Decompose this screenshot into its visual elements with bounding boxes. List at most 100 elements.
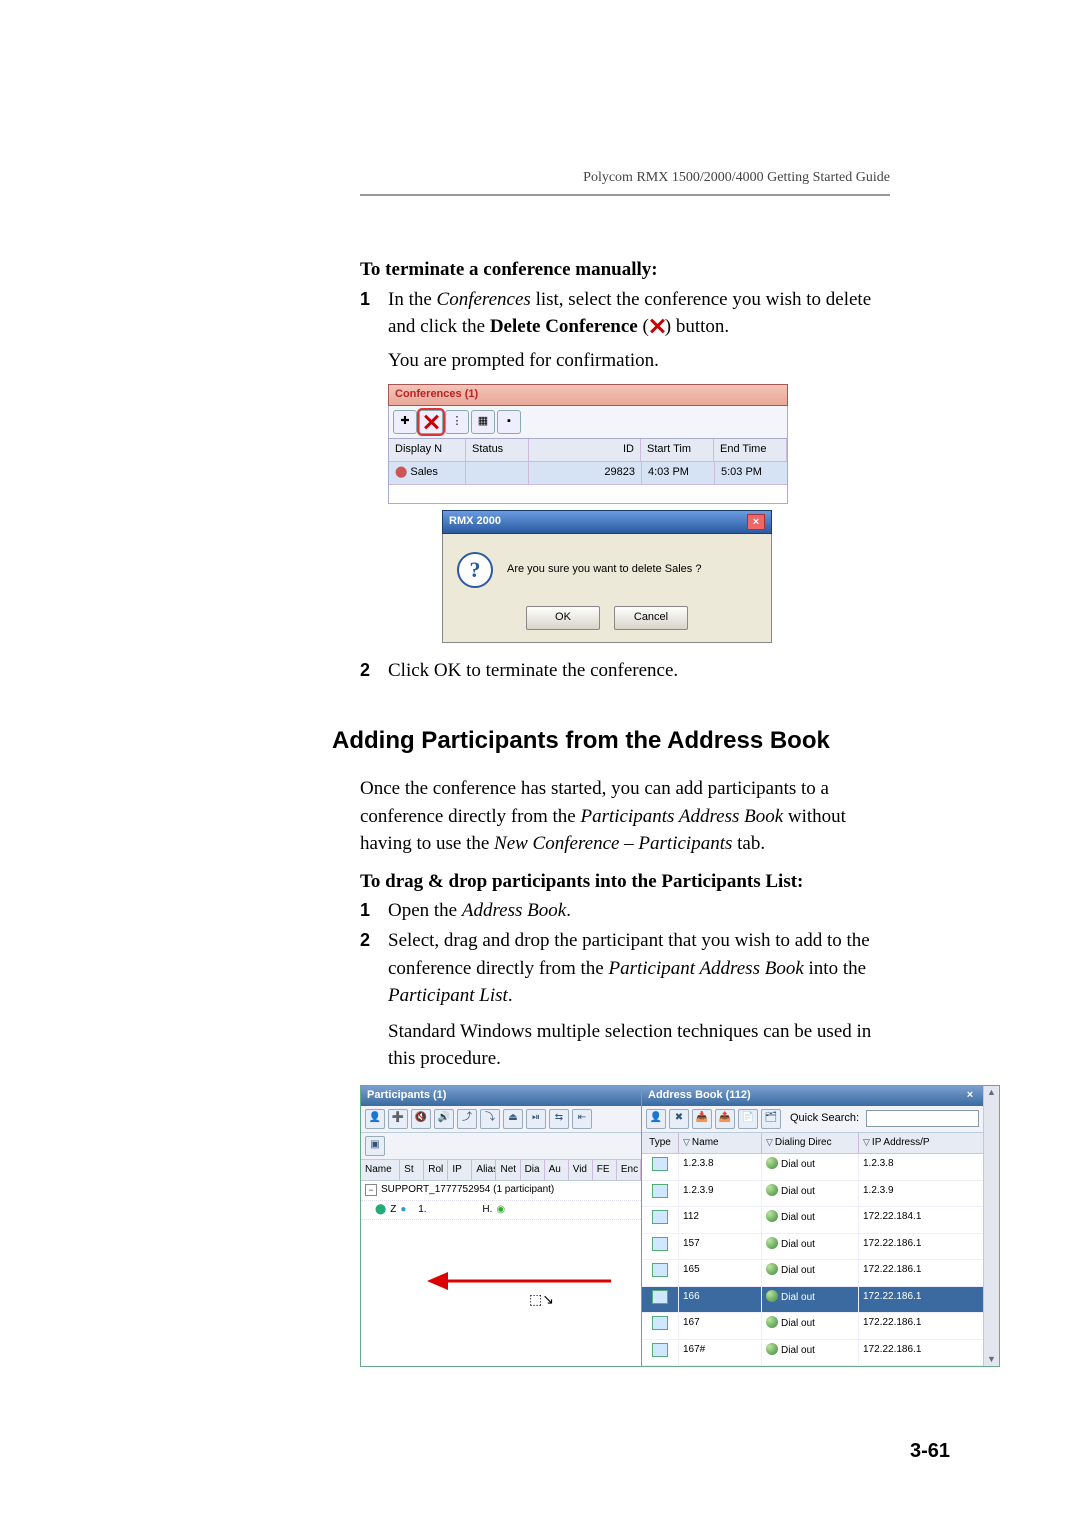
addressbook-row[interactable]: 167#Dial out172.22.186.1 — [642, 1340, 983, 1367]
p-expand-icon[interactable]: ▣ — [365, 1136, 385, 1156]
dialog-cancel-button[interactable]: Cancel — [614, 606, 688, 630]
p-ico-3[interactable]: 🔇 — [411, 1109, 431, 1129]
new-conference-icon[interactable]: ✚ — [393, 410, 417, 434]
addressbook-type-icon — [642, 1234, 679, 1260]
ab-col-name[interactable]: Name — [679, 1133, 762, 1154]
conf-col-id[interactable]: ID — [529, 439, 641, 461]
addressbook-ip: 172.22.186.1 — [859, 1287, 983, 1313]
page-number: 3-61 — [910, 1440, 950, 1463]
participants-toolbar-2: ▣ — [361, 1133, 641, 1160]
participants-col[interactable]: Enc — [617, 1160, 641, 1181]
conf-col-start[interactable]: Start Tim — [641, 439, 714, 461]
dialog-ok-button[interactable]: OK — [526, 606, 600, 630]
sec2-p1: Once the conference has started, you can… — [360, 775, 890, 858]
addressbook-close-icon[interactable]: × — [963, 1088, 977, 1102]
conf-col-status[interactable]: Status — [466, 439, 529, 461]
ab-col-dialdir[interactable]: Dialing Direc — [762, 1133, 859, 1154]
addressbook-dialdir: Dial out — [762, 1313, 859, 1339]
addressbook-dialdir: Dial out — [762, 1207, 859, 1233]
participant-row[interactable]: ⬤ Z ● 1. H. ◉ — [361, 1201, 641, 1221]
step-number-1b: 1 — [360, 897, 370, 923]
step1-text-d: ) button. — [665, 316, 729, 337]
addressbook-row[interactable]: 1.2.3.9Dial out1.2.3.9 — [642, 1181, 983, 1208]
p-ico-10[interactable]: ⇤ — [572, 1109, 592, 1129]
participants-col[interactable]: Rol — [424, 1160, 448, 1181]
addressbook-row[interactable]: 165Dial out172.22.186.1 — [642, 1260, 983, 1287]
addressbook-body: 1.2.3.8Dial out1.2.3.81.2.3.9Dial out1.2… — [642, 1154, 983, 1366]
addressbook-row[interactable]: 157Dial out172.22.186.1 — [642, 1234, 983, 1261]
participants-col[interactable]: Dia — [521, 1160, 545, 1181]
addressbook-row[interactable]: 166Dial out172.22.186.1 — [642, 1287, 983, 1314]
ab-col-ip[interactable]: IP Address/P — [859, 1133, 983, 1154]
dialog-title: RMX 2000 — [449, 514, 501, 530]
conf-row-name: Sales — [410, 466, 438, 478]
addressbook-ip: 1.2.3.9 — [859, 1181, 983, 1207]
conf-grid-row[interactable]: ⬤ Sales 29823 4:03 PM 5:03 PM — [389, 462, 787, 485]
addressbook-dialdir: Dial out — [762, 1154, 859, 1180]
scroll-up-icon[interactable]: ▲ — [987, 1086, 996, 1099]
scroll-down-icon[interactable]: ▼ — [987, 1353, 996, 1366]
delete-conference-icon[interactable] — [419, 410, 443, 434]
conf-grid-header: Display N Status ID Start Tim End Time — [389, 439, 787, 462]
tool-icon-c[interactable]: ▪ — [497, 410, 521, 434]
p-ico-9[interactable]: ⇆ — [549, 1109, 569, 1129]
participants-col[interactable]: Au — [545, 1160, 569, 1181]
tool-icon-b[interactable]: ▦ — [471, 410, 495, 434]
s2-note: Standard Windows multiple selection tech… — [388, 1018, 890, 1073]
participants-col[interactable]: FE — [593, 1160, 617, 1181]
ab-ico-2[interactable]: ✖ — [669, 1109, 689, 1129]
quick-search-input[interactable] — [866, 1110, 979, 1127]
addressbook-row[interactable]: 1.2.3.8Dial out1.2.3.8 — [642, 1154, 983, 1181]
addressbook-title: Address Book (112) — [648, 1088, 751, 1104]
ab-col-type[interactable]: Type — [642, 1133, 679, 1154]
participants-col[interactable]: Net — [496, 1160, 520, 1181]
addressbook-name: 1.2.3.9 — [679, 1181, 762, 1207]
ab-ico-1[interactable]: 👤 — [646, 1109, 666, 1129]
participants-title: Participants (1) — [361, 1086, 641, 1106]
confirm-dialog: RMX 2000 × ? Are you sure you want to de… — [442, 510, 772, 643]
addressbook-type-icon — [642, 1181, 679, 1207]
conf-col-displayname[interactable]: Display N — [389, 439, 466, 461]
p-ico-7[interactable]: ⏏ — [503, 1109, 523, 1129]
conf-col-end[interactable]: End Time — [714, 439, 787, 461]
addressbook-scrollbar[interactable]: ▲ ▼ — [983, 1086, 999, 1366]
addressbook-type-icon — [642, 1287, 679, 1313]
ab-ico-4[interactable]: 📤 — [715, 1109, 735, 1129]
participants-toolbar: 👤 ➕ 🔇 🔊 ⤴ ⤵ ⏏ ⏯ ⇆ ⇤ — [361, 1106, 641, 1133]
conf-row-id: 29823 — [529, 462, 642, 484]
tool-icon-a[interactable]: ⋮ — [445, 410, 469, 434]
p-ico-8[interactable]: ⏯ — [526, 1109, 546, 1129]
addressbook-ip: 172.22.186.1 — [859, 1313, 983, 1339]
addressbook-dialdir: Dial out — [762, 1260, 859, 1286]
addressbook-ip: 172.22.184.1 — [859, 1207, 983, 1233]
addressbook-toolbar: 👤 ✖ 📥 📤 📄 🗂 Quick Search: — [642, 1106, 983, 1133]
addressbook-row[interactable]: 112Dial out172.22.184.1 — [642, 1207, 983, 1234]
addressbook-type-icon — [642, 1340, 679, 1366]
addressbook-dialdir: Dial out — [762, 1340, 859, 1366]
participants-col[interactable]: Name — [361, 1160, 400, 1181]
ab-ico-6[interactable]: 🗂 — [761, 1109, 781, 1129]
addressbook-dialdir: Dial out — [762, 1287, 859, 1313]
tree-collapse-icon[interactable]: − — [365, 1184, 377, 1196]
header-rule — [360, 194, 890, 196]
ab-ico-5[interactable]: 📄 — [738, 1109, 758, 1129]
p-ico-5[interactable]: ⤴ — [457, 1109, 477, 1129]
p-ico-6[interactable]: ⤵ — [480, 1109, 500, 1129]
p-ico-2[interactable]: ➕ — [388, 1109, 408, 1129]
p-ico-1[interactable]: 👤 — [365, 1109, 385, 1129]
participants-col[interactable]: St — [400, 1160, 424, 1181]
step1-italic-conf: Conferences — [437, 289, 531, 310]
addressbook-name: 157 — [679, 1234, 762, 1260]
addressbook-row[interactable]: 167Dial out172.22.186.1 — [642, 1313, 983, 1340]
ab-ico-3[interactable]: 📥 — [692, 1109, 712, 1129]
participants-col[interactable]: IP — [448, 1160, 472, 1181]
step-number-2b: 2 — [360, 927, 370, 953]
addressbook-name: 112 — [679, 1207, 762, 1233]
p-ico-4[interactable]: 🔊 — [434, 1109, 454, 1129]
conf-row-start: 4:03 PM — [642, 462, 715, 484]
dialog-message: Are you sure you want to delete Sales ? — [507, 562, 701, 578]
participants-col[interactable]: Vid — [569, 1160, 593, 1181]
participants-col[interactable]: Alias — [472, 1160, 496, 1181]
terminate-lead: To terminate a conference manually: — [360, 256, 890, 284]
dialog-close-icon[interactable]: × — [747, 514, 765, 530]
